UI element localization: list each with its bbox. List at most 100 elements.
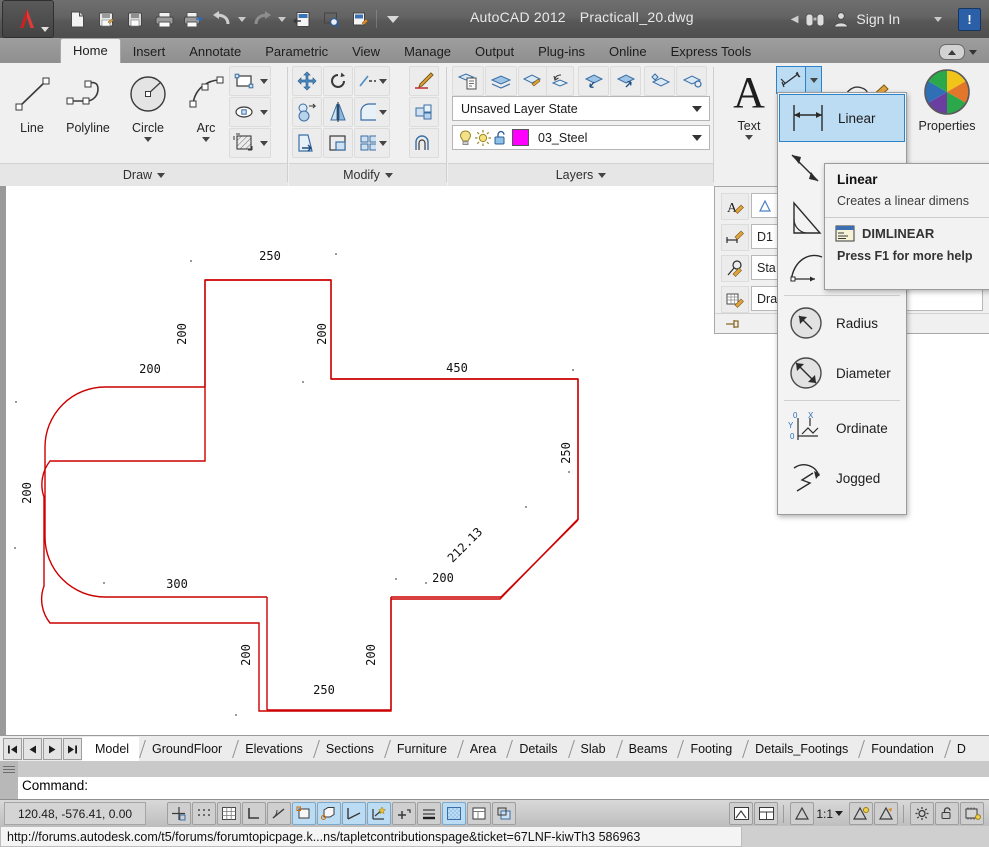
first-layout-button[interactable] — [3, 738, 22, 760]
auto-scale-button[interactable] — [874, 802, 898, 825]
rectangle-tool-dropdown[interactable] — [257, 66, 271, 96]
layout-tab-model[interactable]: Model — [82, 737, 140, 761]
command-line-area[interactable]: Command: — [0, 761, 989, 799]
polar-tracking-toggle[interactable] — [267, 802, 291, 825]
sign-in-label[interactable]: Sign In — [856, 11, 900, 27]
snap-mode-toggle[interactable] — [192, 802, 216, 825]
layer-make-current-button[interactable] — [485, 66, 517, 96]
fillet-tool-dropdown[interactable] — [376, 97, 390, 127]
layer-on-button[interactable] — [610, 66, 641, 96]
menu-item-ordinate[interactable]: 0 X Y 0 Ordinate — [778, 403, 906, 453]
hatch-tool-dropdown[interactable] — [257, 128, 271, 158]
annotation-visibility-button[interactable] — [849, 802, 873, 825]
undo-dropdown-arrow[interactable] — [238, 16, 246, 22]
3d-object-snap-toggle[interactable] — [317, 802, 341, 825]
sign-in-dropdown-arrow[interactable] — [934, 16, 942, 22]
table-style-tool-button[interactable] — [721, 286, 749, 313]
modify-panel-title[interactable]: Modify — [289, 163, 447, 186]
layer-color-swatch[interactable] — [512, 129, 529, 146]
qat-customize-button[interactable] — [380, 6, 406, 32]
layout-tab-sections[interactable]: Sections — [313, 737, 384, 761]
tab-annotate[interactable]: Annotate — [177, 40, 253, 63]
dimension-style-tool-button[interactable] — [721, 224, 749, 251]
rectangle-tool-button[interactable] — [229, 66, 259, 96]
stretch-tool-button[interactable] — [292, 128, 322, 158]
grid-display-toggle[interactable] — [217, 802, 241, 825]
redo-button[interactable] — [249, 6, 275, 32]
tab-express-tools[interactable]: Express Tools — [659, 40, 764, 63]
layout-tab-details[interactable]: Details — [506, 737, 567, 761]
selection-cycling-toggle[interactable] — [492, 802, 516, 825]
rotate-tool-button[interactable] — [323, 66, 353, 96]
array-tool-dropdown[interactable] — [376, 128, 390, 158]
annotation-scale-label[interactable]: 1:1 — [816, 807, 833, 821]
chevron-down-icon[interactable] — [745, 135, 753, 140]
draw-panel-title[interactable]: Draw — [0, 163, 288, 186]
application-menu-button[interactable] — [2, 0, 54, 38]
menu-item-diameter[interactable]: Diameter — [778, 348, 906, 398]
layer-previous-button[interactable] — [546, 66, 574, 96]
command-line-grip[interactable] — [0, 761, 18, 799]
previous-layout-button[interactable] — [23, 738, 42, 760]
plot-preview-button[interactable] — [180, 6, 206, 32]
hardware-acceleration-button[interactable] — [960, 802, 984, 825]
infer-constraints-toggle[interactable] — [167, 802, 191, 825]
next-layout-button[interactable] — [43, 738, 62, 760]
dimension-tool-dropdown[interactable] — [806, 66, 822, 94]
layers-panel-title[interactable]: Layers — [448, 163, 714, 186]
model-space-button[interactable] — [729, 802, 754, 825]
layout-tab-furniture[interactable]: Furniture — [384, 737, 457, 761]
pushpin-icon[interactable] — [723, 316, 741, 332]
info-center-button[interactable]: ! — [958, 7, 981, 31]
transparency-toggle[interactable] — [442, 802, 466, 825]
text-tool-button[interactable]: A Text — [721, 65, 777, 140]
tab-manage[interactable]: Manage — [392, 40, 463, 63]
layout-tab-groundfloor[interactable]: GroundFloor — [139, 737, 232, 761]
minimize-ribbon-button[interactable] — [939, 44, 965, 60]
annotation-scale-button[interactable] — [790, 802, 815, 825]
layer-properties-button[interactable] — [452, 66, 484, 96]
trim-tool-dropdown[interactable] — [376, 66, 390, 96]
minimize-ribbon-control[interactable] — [939, 44, 977, 60]
layer-off-button[interactable] — [578, 66, 609, 96]
polyline-tool-button[interactable]: Polyline — [57, 67, 119, 135]
erase-tool-button[interactable] — [409, 66, 439, 96]
dynamic-input-toggle[interactable] — [392, 802, 416, 825]
quick-view-layouts-button[interactable] — [754, 802, 779, 825]
tab-online[interactable]: Online — [597, 40, 659, 63]
search-expand-arrow[interactable]: ◀ — [791, 14, 799, 25]
layer-match-button[interactable] — [518, 66, 548, 96]
multileader-style-tool-button[interactable] — [721, 255, 749, 282]
scale-tool-button[interactable] — [323, 128, 353, 158]
lightbulb-on-icon[interactable] — [457, 129, 474, 147]
layout-tab-area[interactable]: Area — [457, 737, 506, 761]
tab-view[interactable]: View — [340, 40, 392, 63]
explode-tool-button[interactable] — [409, 97, 439, 127]
tab-parametric[interactable]: Parametric — [253, 40, 340, 63]
workspace-switching-button[interactable] — [910, 802, 934, 825]
save-button[interactable] — [122, 6, 148, 32]
mirror-tool-button[interactable] — [323, 97, 353, 127]
object-snap-toggle[interactable] — [292, 802, 316, 825]
chevron-down-icon[interactable] — [202, 137, 210, 142]
ortho-mode-toggle[interactable] — [242, 802, 266, 825]
coordinates-display[interactable]: 120.48, -576.41, 0.00 — [4, 802, 146, 825]
quick-view-button[interactable] — [318, 6, 344, 32]
unlock-icon[interactable] — [492, 129, 509, 147]
layer-isolate-button[interactable] — [644, 66, 675, 96]
layout-tab-slab[interactable]: Slab — [568, 737, 616, 761]
tab-insert[interactable]: Insert — [121, 40, 178, 63]
offset-tool-button[interactable] — [409, 128, 439, 158]
move-tool-button[interactable] — [292, 66, 322, 96]
redo-dropdown-arrow[interactable] — [278, 16, 286, 22]
undo-button[interactable] — [209, 6, 235, 32]
layer-freeze-button[interactable] — [676, 66, 707, 96]
copy-tool-button[interactable] — [292, 97, 322, 127]
hatch-tool-button[interactable] — [229, 128, 259, 158]
layout-tab-foundation[interactable]: Foundation — [858, 737, 944, 761]
ellipse-tool-button[interactable] — [229, 97, 259, 127]
tab-output[interactable]: Output — [463, 40, 526, 63]
properties-tool-button[interactable]: Properties — [911, 65, 983, 133]
layout-tab-beams[interactable]: Beams — [616, 737, 678, 761]
tab-home[interactable]: Home — [60, 38, 121, 63]
